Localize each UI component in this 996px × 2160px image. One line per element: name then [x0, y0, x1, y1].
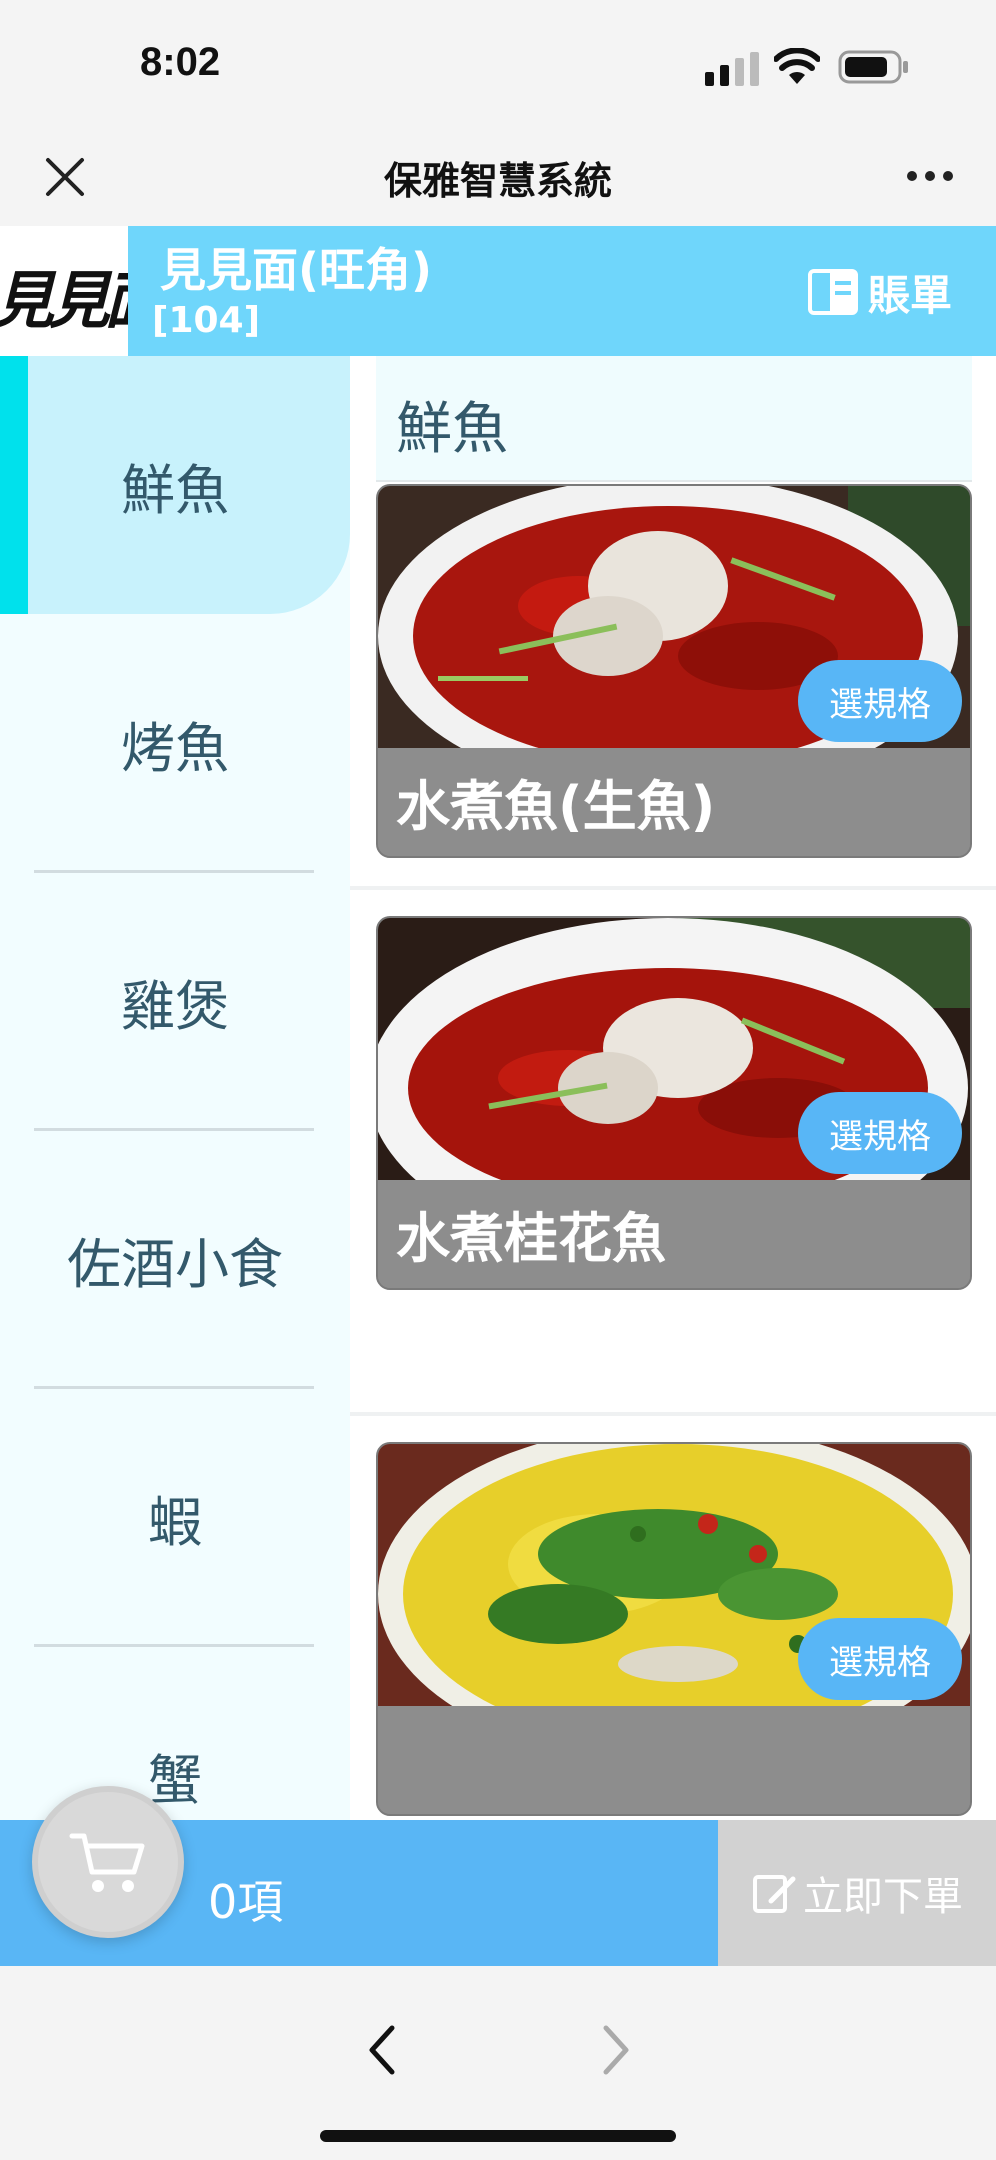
status-time: 8:02 — [140, 40, 221, 84]
select-spec-button[interactable]: 選規格 — [798, 1092, 962, 1174]
category-label: 雞煲 — [121, 974, 229, 1038]
nav-bar: 保雅智慧系統 — [0, 134, 996, 226]
battery-icon — [838, 50, 908, 84]
dish-card[interactable]: 選規格 水煮桂花魚 — [376, 916, 972, 1290]
shop-header: 見見面 見見面(旺角) [104] 賬單 — [0, 226, 996, 356]
cart-bar: 0項 立即下單 — [0, 1786, 996, 1966]
section-header: 鮮魚 — [376, 356, 972, 482]
bill-label: 賬單 — [868, 270, 953, 320]
status-bar: 8:02 — [0, 0, 996, 134]
active-category-indicator — [0, 356, 28, 614]
category-sidebar: 鮮魚 烤魚 雞煲 佐酒小食 蝦 蟹 — [0, 356, 350, 1820]
select-spec-button[interactable]: 選規格 — [798, 1618, 962, 1700]
page-title: 保雅智慧系統 — [383, 159, 612, 203]
cart-item-count: 0項 — [208, 1875, 284, 1929]
category-label: 蝦 — [148, 1490, 202, 1554]
category-item-grilled-fish[interactable]: 烤魚 — [0, 614, 350, 872]
bill-icon — [808, 269, 858, 315]
category-item-chicken-pot[interactable]: 雞煲 — [0, 872, 350, 1130]
dish-card[interactable]: 選規格 水煮魚(生魚) — [376, 484, 972, 858]
shop-name: 見見面(旺角) — [160, 243, 433, 297]
dish-card[interactable]: 選規格 — [376, 1442, 972, 1816]
category-item-fresh-fish[interactable]: 鮮魚 — [0, 356, 350, 614]
shopping-cart-icon — [69, 1833, 145, 1892]
place-order-label: 立即下單 — [803, 1874, 963, 1920]
bill-button[interactable]: 賬單 — [808, 264, 952, 320]
category-item-crab[interactable]: 蟹 — [0, 1646, 350, 1820]
dish-caption: 水煮魚(生魚) — [378, 748, 970, 856]
shop-logo: 見見面 — [0, 226, 128, 356]
category-label: 鮮魚 — [121, 458, 229, 522]
forward-arrow-icon[interactable] — [596, 2022, 636, 2078]
home-indicator — [320, 2130, 676, 2142]
section-title: 鮮魚 — [396, 397, 508, 462]
wifi-icon — [774, 48, 820, 84]
dish-caption: 水煮桂花魚 — [378, 1180, 970, 1288]
back-arrow-icon[interactable] — [362, 2022, 402, 2078]
edit-order-icon — [753, 1875, 796, 1913]
cart-button[interactable] — [32, 1786, 184, 1938]
browser-nav — [0, 1966, 996, 2160]
place-order-button[interactable]: 立即下單 — [718, 1820, 996, 1966]
cellular-signal-icon — [705, 52, 759, 86]
table-number: [104] — [152, 300, 261, 341]
category-item-snacks[interactable]: 佐酒小食 — [0, 1130, 350, 1388]
category-label: 烤魚 — [121, 716, 229, 780]
dish-name: 水煮桂花魚 — [396, 1207, 666, 1270]
card-separator — [350, 886, 996, 890]
dish-caption — [378, 1706, 970, 1814]
dish-list: 鮮魚 選規格 水煮魚(生魚) 選規格 水煮桂花魚 選規格 — [350, 356, 996, 1820]
more-options-icon[interactable] — [904, 164, 956, 188]
card-separator — [350, 1412, 996, 1416]
category-label: 佐酒小食 — [67, 1232, 283, 1296]
shop-logo-text: 見見面 — [0, 264, 128, 337]
dish-name: 水煮魚(生魚) — [396, 775, 716, 838]
select-spec-button[interactable]: 選規格 — [798, 660, 962, 742]
category-item-shrimp[interactable]: 蝦 — [0, 1388, 350, 1646]
